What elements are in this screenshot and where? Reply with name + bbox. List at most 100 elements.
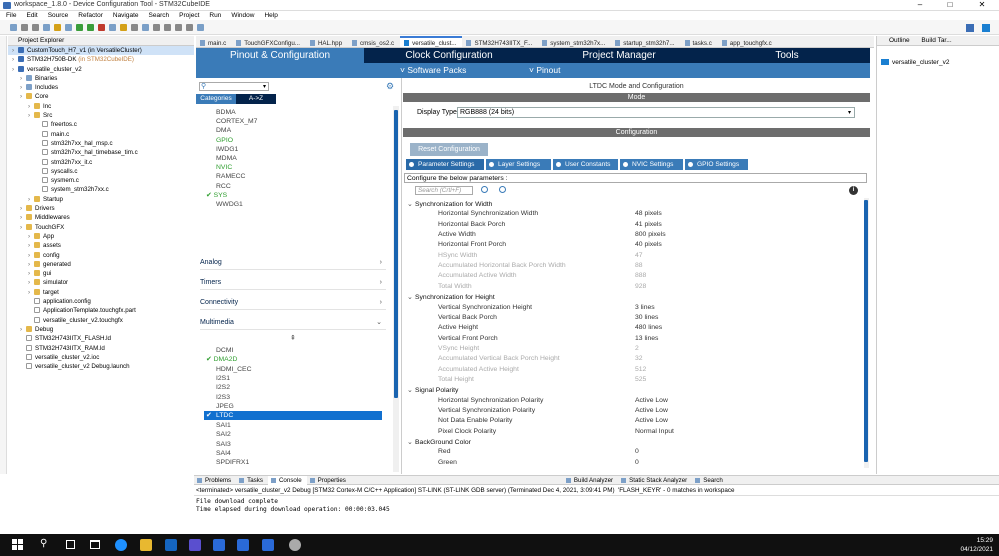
tree-item[interactable]: › simulator — [8, 278, 194, 287]
windows-start-icon[interactable] — [12, 539, 23, 550]
param-value[interactable]: 41 pixels — [635, 221, 662, 228]
parameter-search-input[interactable]: Search (Crtl+F) — [415, 186, 473, 195]
tab-parameter-settings[interactable]: Parameter Settings — [406, 159, 484, 170]
param-value[interactable]: Active Low — [635, 397, 668, 404]
expand-all-icon[interactable] — [481, 186, 488, 193]
param-value[interactable]: 0 — [635, 459, 639, 466]
scroll-thumb[interactable] — [394, 110, 398, 398]
editor-tab-startup-stm32h7[interactable]: startup_stm32h7... — [611, 38, 680, 47]
print-icon[interactable] — [43, 23, 50, 31]
tree-item[interactable]: › TouchGFX — [8, 223, 194, 232]
editor-tab-app-touchgfx-c[interactable]: app_touchgfx.c — [718, 38, 778, 47]
tab-project-manager[interactable]: Project Manager — [534, 48, 704, 63]
build-icon[interactable] — [54, 23, 61, 31]
tree-item[interactable]: › target — [8, 288, 194, 297]
next-annotation-icon[interactable] — [153, 23, 160, 31]
edge-icon[interactable] — [115, 539, 127, 551]
prev-annotation-icon[interactable] — [164, 23, 171, 31]
category-item-jpeg[interactable]: JPEG — [216, 402, 234, 411]
category-item-dcmi[interactable]: DCMI — [216, 346, 233, 355]
mail-icon[interactable] — [165, 539, 177, 551]
category-item-sai3[interactable]: SAI3 — [216, 440, 231, 449]
category-item-bdma[interactable]: BDMA — [216, 108, 236, 117]
search-icon[interactable] — [131, 23, 138, 31]
parameter-scrollbar[interactable] — [864, 198, 869, 468]
tree-item[interactable]: › Drivers — [8, 204, 194, 213]
software-packs-menu[interactable]: ˅ Software Packs — [400, 63, 466, 78]
category-item-cortex-m7[interactable]: CORTEX_M7 — [216, 117, 257, 126]
search-icon[interactable]: ⚲ — [40, 538, 47, 549]
param-value[interactable]: 0 — [635, 448, 639, 455]
sort-icon[interactable]: ⇞ — [290, 334, 296, 342]
tree-item[interactable]: stm32h7xx_hal_timebase_tim.c — [8, 148, 194, 157]
bottom-tab-console[interactable]: Console — [267, 476, 307, 486]
param-group-background-color[interactable]: BackGround Color — [407, 438, 471, 446]
open-type-icon[interactable] — [120, 23, 127, 31]
external-tools-icon[interactable] — [109, 23, 116, 31]
menu-refactor[interactable]: Refactor — [78, 12, 103, 19]
close-icon[interactable]: ✕ — [967, 0, 997, 11]
info-icon[interactable]: i — [849, 186, 858, 195]
category-item-i2s3[interactable]: I2S3 — [216, 393, 230, 402]
param-value[interactable]: Active Low — [635, 407, 668, 414]
tab-gpio-settings[interactable]: GPIO Settings — [685, 159, 748, 170]
menu-window[interactable]: Window — [231, 12, 254, 19]
tree-item[interactable]: › Startup — [8, 195, 194, 204]
menu-run[interactable]: Run — [209, 12, 221, 19]
section-analog[interactable]: Analog › — [200, 256, 386, 270]
category-item-gpio[interactable]: GPIO — [216, 136, 233, 145]
chevron-down-icon[interactable]: ▾ — [263, 83, 266, 91]
task-view-icon[interactable] — [66, 540, 75, 549]
pin-editor-icon[interactable] — [197, 23, 204, 31]
category-item-dma[interactable]: DMA — [216, 126, 231, 135]
menu-file[interactable]: File — [6, 12, 16, 19]
window-icon[interactable] — [90, 540, 100, 549]
category-item-wwdg1[interactable]: WWDG1 — [216, 200, 243, 209]
param-value[interactable]: 3 lines — [635, 304, 655, 311]
touchgfx-icon[interactable] — [289, 539, 301, 551]
maximize-icon[interactable]: □ — [935, 0, 965, 11]
editor-tab-versatile-clust[interactable]: versatile_clust... — [400, 36, 463, 47]
outline-item[interactable]: versatile_cluster_v2 — [881, 59, 949, 66]
tree-item[interactable]: syscalls.c — [8, 167, 194, 176]
category-item-sai4[interactable]: SAI4 — [216, 449, 231, 458]
param-value[interactable]: 30 lines — [635, 314, 658, 321]
param-value[interactable]: 800 pixels — [635, 231, 666, 238]
back-icon[interactable] — [175, 23, 182, 31]
bottom-tab-build-analyzer[interactable]: Build Analyzer — [563, 476, 618, 486]
tab-a-z[interactable]: A->Z — [236, 94, 276, 104]
collapse-all-icon[interactable] — [499, 186, 506, 193]
editor-tab-cmsis-os2-c[interactable]: cmsis_os2.c — [348, 38, 400, 47]
tree-item[interactable]: › generated — [8, 260, 194, 269]
menu-source[interactable]: Source — [48, 12, 69, 19]
category-item-iwdg1[interactable]: IWDG1 — [216, 145, 238, 154]
category-item-sai1[interactable]: SAI1 — [216, 421, 231, 430]
pinout-menu[interactable]: ˅ Pinout — [529, 63, 560, 78]
new-icon[interactable] — [10, 23, 17, 31]
tab-layer-settings[interactable]: Layer Settings — [486, 159, 551, 170]
section-connectivity[interactable]: Connectivity › — [200, 296, 386, 310]
scroll-thumb[interactable] — [864, 200, 868, 462]
stm32cubemx-icon[interactable] — [237, 539, 249, 551]
gear-icon[interactable]: ⚙ — [386, 81, 396, 91]
bottom-tab-search[interactable]: Search — [692, 476, 728, 486]
tree-item[interactable]: STM32H743IITX_FLASH.ld — [8, 334, 194, 343]
category-search-input[interactable]: ⚲ ▾ — [199, 82, 269, 91]
run-icon[interactable] — [87, 23, 94, 31]
display-type-select[interactable]: RGB888 (24 bits) ▾ — [457, 107, 855, 118]
category-item-hdmi-cec[interactable]: HDMI_CEC — [216, 365, 252, 374]
param-value[interactable]: Normal Input — [635, 428, 674, 435]
save-icon[interactable] — [21, 23, 28, 31]
tree-item[interactable]: › Debug — [8, 325, 194, 334]
tree-item[interactable]: versatile_cluster_v2.ioc — [8, 353, 194, 362]
category-item-ramecc[interactable]: RAMECC — [216, 172, 245, 181]
minimize-icon[interactable]: – — [905, 0, 935, 11]
stm32cubeide-icon[interactable] — [213, 539, 225, 551]
tree-item[interactable]: main.c — [8, 130, 194, 139]
tree-item[interactable]: STM32H743IITX_RAM.ld — [8, 344, 194, 353]
param-value[interactable]: 40 pixels — [635, 241, 662, 248]
programmer-icon[interactable] — [262, 539, 274, 551]
tab-nvic-settings[interactable]: NVIC Settings — [620, 159, 683, 170]
debug-icon[interactable] — [76, 23, 83, 31]
tree-item[interactable]: › versatile_cluster_v2 — [8, 65, 194, 74]
